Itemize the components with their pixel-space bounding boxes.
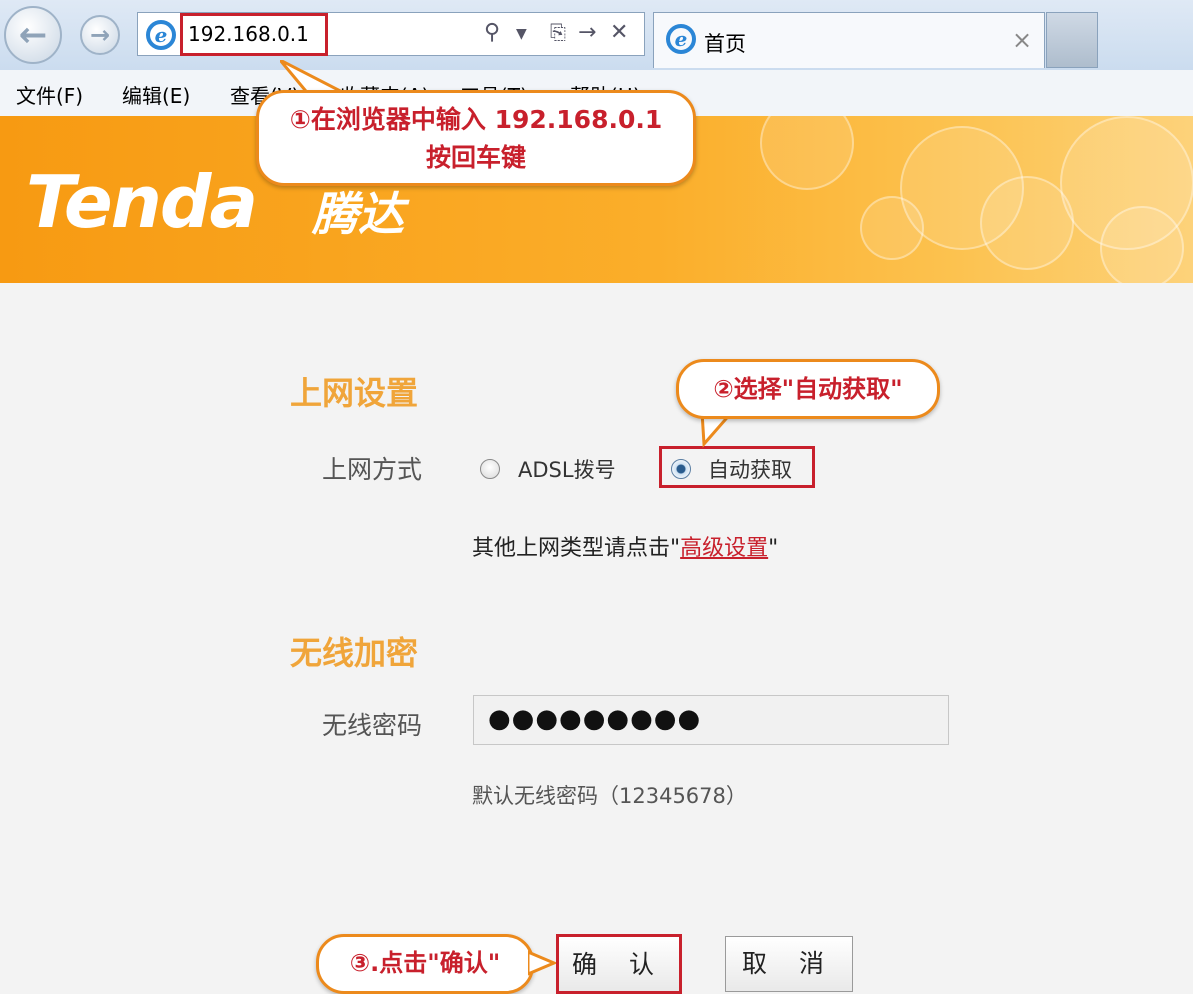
url-text[interactable]: 192.168.0.1: [188, 22, 309, 46]
step2-callout: ②选择"自动获取": [676, 359, 940, 419]
new-tab-button[interactable]: [1046, 12, 1098, 68]
option-auto-label[interactable]: 自动获取: [708, 454, 792, 484]
callout3-pointer: [528, 950, 558, 976]
tab-ie-icon: e: [666, 24, 696, 54]
internet-section-title: 上网设置: [290, 374, 419, 412]
dropdown-chevron-icon[interactable]: ▼: [516, 26, 527, 42]
wireless-password-label: 无线密码: [322, 711, 423, 740]
hint-prefix: 其他上网类型请点击: [472, 536, 671, 561]
default-password-hint: 默认无线密码（12345678）: [472, 784, 747, 808]
compatibility-view-icon[interactable]: ⎘: [550, 20, 566, 44]
forward-button[interactable]: →: [80, 15, 120, 55]
menu-edit[interactable]: 编辑(E): [122, 80, 190, 109]
step1-line1: ①在浏览器中输入 192.168.0.1: [289, 105, 663, 134]
advanced-hint: 其他上网类型请点击"高级设置": [472, 530, 778, 562]
password-masked-value[interactable]: ●●●●●●●●●: [488, 704, 701, 734]
radio-adsl[interactable]: [480, 459, 500, 479]
option-adsl-label[interactable]: ADSL拨号: [518, 454, 616, 484]
stop-icon[interactable]: ✕: [610, 20, 628, 45]
hint-quote-close: ": [768, 536, 779, 561]
connection-mode-label: 上网方式: [322, 455, 423, 484]
advanced-settings-link[interactable]: 高级设置: [680, 536, 768, 561]
confirm-button[interactable]: 确 认: [556, 934, 682, 994]
hint-quote-open: ": [670, 536, 681, 561]
decor-bubble: [1100, 206, 1184, 283]
wireless-section-title: 无线加密: [290, 634, 419, 672]
step1-callout: ①在浏览器中输入 192.168.0.1 按回车键: [256, 90, 696, 186]
step3-callout: ③.点击"确认": [316, 934, 534, 994]
search-icon[interactable]: ⚲: [484, 20, 500, 45]
menu-file[interactable]: 文件(F): [16, 80, 83, 109]
brand-logo: Tenda: [26, 160, 258, 244]
tab-close-icon[interactable]: ×: [1012, 26, 1032, 54]
decor-bubble: [760, 116, 854, 190]
ie-logo-icon: e: [146, 20, 176, 50]
decor-bubble: [860, 196, 924, 260]
tab-title: 首页: [704, 32, 746, 56]
radio-auto[interactable]: [671, 459, 691, 479]
go-arrow-icon[interactable]: →: [578, 20, 596, 45]
step1-line2: 按回车键: [425, 143, 526, 172]
cancel-button[interactable]: 取 消: [725, 936, 853, 992]
back-button[interactable]: ←: [4, 6, 62, 64]
brand-logo-cn: 腾达: [312, 187, 404, 241]
